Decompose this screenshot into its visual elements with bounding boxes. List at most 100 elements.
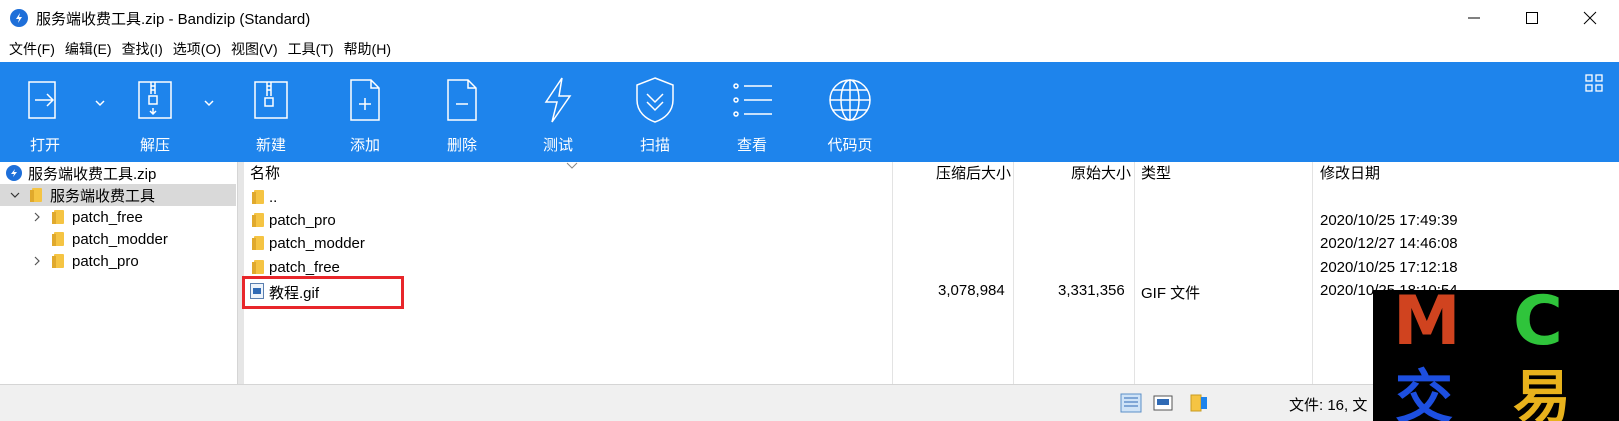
column-header-modified[interactable]: 修改日期 [1320, 162, 1380, 186]
column-header-name[interactable]: 名称 [250, 162, 280, 186]
scan-button[interactable]: 扫描 [610, 62, 700, 162]
file-row[interactable]: .. [244, 186, 1619, 209]
file-type: GIF 文件 [1141, 285, 1201, 302]
extract-button[interactable]: 解压 [110, 62, 200, 162]
test-label: 测试 [542, 137, 573, 154]
new-archive-icon [254, 81, 288, 119]
watermark-letter: 易 [1513, 363, 1572, 421]
open-button[interactable]: 打开 [0, 62, 90, 162]
watermark-letter: 交 [1395, 363, 1454, 421]
window-title: 服务端收费工具.zip - Bandizip (Standard) [36, 10, 311, 28]
tree-item-patch-pro[interactable]: patch_pro [30, 250, 139, 272]
codepage-label: 代码页 [827, 137, 873, 154]
view-button[interactable]: 查看 [707, 62, 797, 162]
file-modified: 2020/12/27 14:46:08 [1320, 235, 1458, 252]
highlight-annotation [242, 276, 404, 309]
view-label: 查看 [736, 137, 767, 154]
menu-options[interactable]: 选项(O) [168, 38, 226, 60]
archive-icon [6, 165, 22, 181]
new-button[interactable]: 新建 [226, 62, 316, 162]
file-modified: 2020/10/25 17:49:39 [1320, 212, 1458, 229]
menu-view[interactable]: 视图(V) [226, 38, 283, 60]
open-label: 打开 [29, 137, 60, 154]
tree-item-label: patch_free [72, 208, 143, 226]
delete-button[interactable]: 删除 [417, 62, 507, 162]
folder-icon [50, 210, 66, 224]
chevron-down-icon[interactable] [8, 188, 22, 202]
folder-icon [250, 260, 266, 274]
menu-edit[interactable]: 编辑(E) [60, 38, 117, 60]
delete-file-icon [447, 79, 477, 121]
add-file-icon [350, 79, 380, 121]
menu-file[interactable]: 文件(F) [4, 38, 60, 60]
menu-help[interactable]: 帮助(H) [339, 38, 396, 60]
status-text: 文件: 16, 文 [1289, 397, 1368, 414]
column-header-original[interactable]: 原始大小 [1071, 162, 1131, 186]
tree-root[interactable]: 服务端收费工具.zip [6, 162, 156, 184]
tree-item-patch-modder[interactable]: patch_modder [50, 228, 168, 250]
thumbnail-view-icon[interactable] [1152, 393, 1174, 413]
window-controls [1445, 0, 1619, 36]
menu-bar: 文件(F) 编辑(E) 查找(I) 选项(O) 视图(V) 工具(T) 帮助(H… [0, 36, 1619, 62]
add-button[interactable]: 添加 [320, 62, 410, 162]
extract-label: 解压 [139, 137, 170, 154]
scan-label: 扫描 [639, 137, 670, 154]
minimize-button[interactable] [1445, 0, 1503, 36]
lightning-icon [544, 77, 572, 123]
minimize-icon [1468, 17, 1480, 19]
column-header-type[interactable]: 类型 [1141, 162, 1171, 186]
tree-item-patch-free[interactable]: patch_free [30, 206, 143, 228]
file-row[interactable]: patch_free 2020/10/25 17:12:18 [244, 256, 1619, 279]
toolbar: 打开 解压 新建 添加 删除 测试 扫描 查看 代码页 [0, 62, 1619, 162]
test-button[interactable]: 测试 [513, 62, 603, 162]
menu-tools[interactable]: 工具(T) [283, 38, 339, 60]
file-modified: 2020/10/25 17:12:18 [1320, 259, 1458, 276]
close-button[interactable] [1561, 0, 1619, 36]
folder-icon [250, 190, 266, 204]
file-name: .. [269, 189, 278, 206]
file-row[interactable]: patch_modder 2020/12/27 14:46:08 [244, 232, 1619, 255]
tree-item-selected-folder[interactable]: 服务端收费工具 [0, 184, 236, 206]
extract-dropdown-icon[interactable] [202, 96, 216, 110]
shield-icon [636, 77, 674, 123]
tree-root-label: 服务端收费工具.zip [28, 165, 157, 183]
folder-icon [250, 213, 266, 227]
open-dropdown-icon[interactable] [93, 96, 107, 110]
details-view-icon[interactable] [1120, 393, 1142, 413]
tree-item-label: patch_modder [72, 230, 168, 248]
file-name: patch_free [269, 259, 340, 276]
file-original-size: 3,331,356 [1058, 282, 1125, 299]
list-view-icon [733, 83, 772, 117]
tree-item-label: patch_pro [72, 252, 139, 270]
add-label: 添加 [349, 137, 380, 154]
folder-icon [28, 188, 44, 202]
tree-folder-label: 服务端收费工具 [50, 187, 156, 205]
column-header-compressed[interactable]: 压缩后大小 [936, 162, 1011, 186]
new-label: 新建 [255, 137, 286, 154]
layout-grid-icon[interactable] [1585, 74, 1603, 92]
file-name: patch_pro [269, 212, 336, 229]
file-name: patch_modder [269, 235, 365, 252]
globe-icon [829, 79, 871, 121]
watermark-logo: M C 交 易 [1373, 282, 1619, 421]
maximize-button[interactable] [1503, 0, 1561, 36]
file-compressed-size: 3,078,984 [938, 282, 1005, 299]
chevron-right-icon[interactable] [30, 210, 44, 224]
folder-tree: 服务端收费工具.zip 服务端收费工具 patch_free patch_mod… [0, 162, 238, 384]
sort-indicator-icon [566, 162, 578, 169]
file-row[interactable]: patch_pro 2020/10/25 17:49:39 [244, 209, 1619, 232]
explorer-pane-icon[interactable] [1188, 393, 1210, 413]
maximize-icon [1526, 12, 1538, 24]
folder-icon [50, 232, 66, 246]
menu-find[interactable]: 查找(I) [117, 38, 168, 60]
bandizip-logo-icon [10, 9, 28, 27]
chevron-right-icon[interactable] [30, 254, 44, 268]
title-bar: 服务端收费工具.zip - Bandizip (Standard) [0, 0, 1619, 36]
delete-label: 删除 [446, 137, 477, 154]
folder-icon [50, 254, 66, 268]
codepage-button[interactable]: 代码页 [805, 62, 895, 162]
open-archive-icon [28, 81, 56, 119]
extract-zip-icon [138, 81, 172, 119]
folder-icon [250, 236, 266, 250]
close-icon [1583, 11, 1597, 25]
